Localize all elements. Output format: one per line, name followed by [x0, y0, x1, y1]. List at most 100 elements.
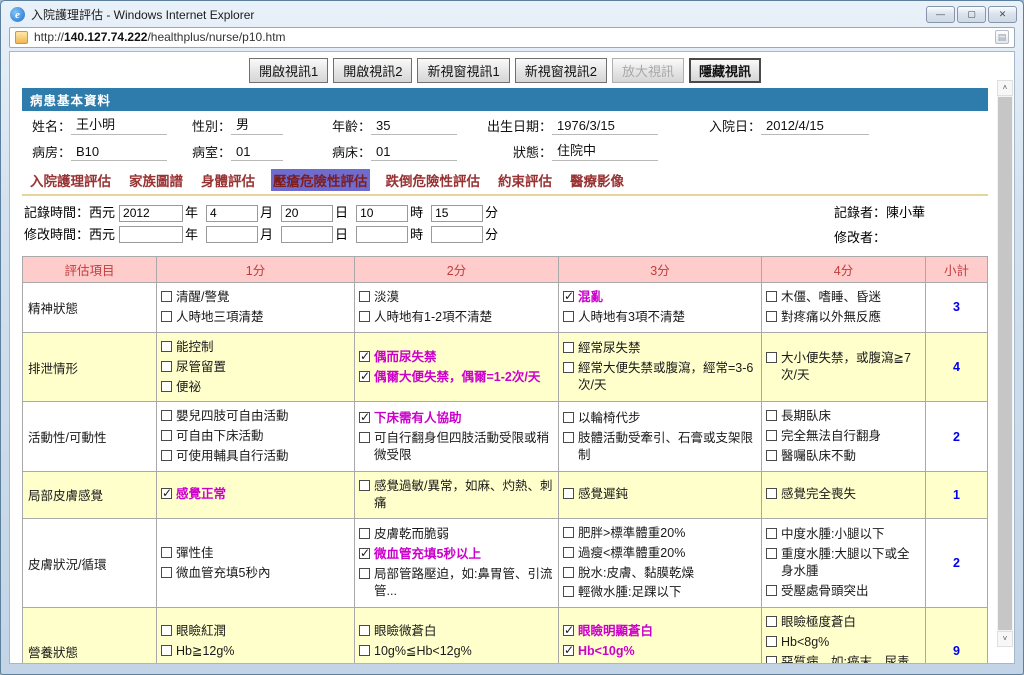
minimize-button[interactable]: —: [926, 6, 955, 23]
scrollbar-track[interactable]: ˄ ˅: [997, 80, 1013, 647]
checkbox-icon[interactable]: [161, 450, 172, 461]
checkbox-option[interactable]: 混亂: [563, 289, 757, 306]
video-button[interactable]: 新視窗視訊1: [417, 58, 509, 83]
checkbox-icon[interactable]: [766, 636, 777, 647]
checkbox-icon[interactable]: [563, 412, 574, 423]
checkbox-option[interactable]: Albumin≦2.7mg/dl: [563, 662, 757, 664]
checkbox-icon[interactable]: [563, 342, 574, 353]
checkbox-option[interactable]: 2.8≦Albumin<3.4mg/dl: [359, 662, 554, 664]
scroll-down-icon[interactable]: ˅: [997, 631, 1013, 647]
checkbox-option[interactable]: 木僵、嗜睡、昏迷: [766, 289, 921, 306]
checkbox-option[interactable]: 經常尿失禁: [563, 340, 757, 357]
checkbox-option[interactable]: 便祕: [161, 379, 350, 396]
maximize-button[interactable]: ▢: [957, 6, 986, 23]
vertical-scrollbar[interactable]: ˄ ˅: [996, 52, 1014, 663]
checkbox-option[interactable]: 人時地三項清楚: [161, 309, 350, 326]
checkbox-icon[interactable]: [359, 412, 370, 423]
checkbox-icon[interactable]: [359, 311, 370, 322]
checkbox-option[interactable]: 可自由下床活動: [161, 428, 350, 445]
checkbox-icon[interactable]: [359, 432, 370, 443]
time-input[interactable]: [431, 205, 483, 222]
checkbox-icon[interactable]: [359, 568, 370, 579]
video-button[interactable]: 隱藏視訊: [689, 58, 761, 83]
checkbox-option[interactable]: 感覺完全喪失: [766, 486, 921, 503]
video-button[interactable]: 放大視訊: [612, 58, 684, 83]
checkbox-option[interactable]: 淡漠: [359, 289, 554, 306]
time-input[interactable]: [356, 205, 408, 222]
checkbox-icon[interactable]: [359, 528, 370, 539]
checkbox-icon[interactable]: [563, 432, 574, 443]
checkbox-icon[interactable]: [563, 291, 574, 302]
tab-醫療影像[interactable]: 醫療影像: [568, 169, 626, 191]
checkbox-option[interactable]: 醫囑臥床不動: [766, 448, 921, 465]
checkbox-option[interactable]: Hb<8g%: [766, 634, 921, 651]
time-input[interactable]: [206, 226, 258, 243]
checkbox-option[interactable]: Hb<10g%: [563, 643, 757, 660]
checkbox-icon[interactable]: [359, 548, 370, 559]
checkbox-option[interactable]: 過瘦<標準體重20%: [563, 545, 757, 562]
checkbox-option[interactable]: 肥胖>標準體重20%: [563, 525, 757, 542]
checkbox-icon[interactable]: [359, 371, 370, 382]
video-button[interactable]: 開啟視訊2: [333, 58, 412, 83]
checkbox-option[interactable]: Hb≧12g%: [161, 643, 350, 660]
checkbox-icon[interactable]: [766, 430, 777, 441]
checkbox-icon[interactable]: [563, 527, 574, 538]
checkbox-option[interactable]: 眼瞼明顯蒼白: [563, 623, 757, 640]
checkbox-icon[interactable]: [766, 528, 777, 539]
checkbox-option[interactable]: Albumin≧3.5mg/dl: [161, 662, 350, 664]
checkbox-option[interactable]: 可自行翻身但四肢活動受限或稍微受限: [359, 430, 554, 464]
checkbox-option[interactable]: 對疼痛以外無反應: [766, 309, 921, 326]
checkbox-icon[interactable]: [766, 548, 777, 559]
tab-身體評估[interactable]: 身體評估: [199, 169, 257, 191]
checkbox-icon[interactable]: [766, 656, 777, 664]
checkbox-icon[interactable]: [766, 450, 777, 461]
time-input[interactable]: [119, 205, 183, 222]
checkbox-icon[interactable]: [766, 616, 777, 627]
checkbox-option[interactable]: 偶而尿失禁: [359, 349, 554, 366]
tab-跌倒危險性評估[interactable]: 跌倒危險性評估: [384, 169, 483, 191]
time-input[interactable]: [431, 226, 483, 243]
time-input[interactable]: [119, 226, 183, 243]
checkbox-icon[interactable]: [359, 291, 370, 302]
checkbox-option[interactable]: 經常大便失禁或腹瀉，經常=3-6次/天: [563, 360, 757, 394]
checkbox-icon[interactable]: [563, 311, 574, 322]
checkbox-option[interactable]: 以輪椅代步: [563, 410, 757, 427]
scrollbar-thumb[interactable]: [998, 97, 1012, 630]
time-input[interactable]: [281, 205, 333, 222]
checkbox-option[interactable]: 肢體活動受牽引、石膏或支架限制: [563, 430, 757, 464]
checkbox-option[interactable]: 人時地有3項不清楚: [563, 309, 757, 326]
checkbox-icon[interactable]: [563, 645, 574, 656]
checkbox-option[interactable]: 中度水腫:小腿以下: [766, 526, 921, 543]
checkbox-option[interactable]: 重度水腫:大腿以下或全身水腫: [766, 546, 921, 580]
checkbox-option[interactable]: 眼瞼微蒼白: [359, 623, 554, 640]
checkbox-icon[interactable]: [161, 410, 172, 421]
time-input[interactable]: [206, 205, 258, 222]
checkbox-option[interactable]: 惡質病，如:癌末、尿毒症: [766, 654, 921, 664]
checkbox-option[interactable]: 受壓處骨頭突出: [766, 583, 921, 600]
checkbox-option[interactable]: 嬰兒四肢可自由活動: [161, 408, 350, 425]
checkbox-option[interactable]: 微血管充填5秒內: [161, 565, 350, 582]
checkbox-icon[interactable]: [161, 547, 172, 558]
checkbox-icon[interactable]: [766, 585, 777, 596]
checkbox-icon[interactable]: [563, 625, 574, 636]
checkbox-icon[interactable]: [563, 488, 574, 499]
tab-入院護理評估[interactable]: 入院護理評估: [28, 169, 113, 191]
checkbox-option[interactable]: 感覺過敏/異常，如麻、灼熱、刺痛: [359, 478, 554, 512]
checkbox-icon[interactable]: [766, 352, 777, 363]
checkbox-icon[interactable]: [563, 362, 574, 373]
checkbox-option[interactable]: 人時地有1-2項不清楚: [359, 309, 554, 326]
checkbox-option[interactable]: 清醒/警覺: [161, 289, 350, 306]
checkbox-option[interactable]: 局部管路壓迫，如:鼻胃管、引流管...: [359, 566, 554, 600]
checkbox-icon[interactable]: [161, 645, 172, 656]
checkbox-icon[interactable]: [766, 311, 777, 322]
checkbox-icon[interactable]: [563, 586, 574, 597]
checkbox-icon[interactable]: [766, 291, 777, 302]
tab-壓瘡危險性評估[interactable]: 壓瘡危險性評估: [271, 169, 370, 191]
checkbox-option[interactable]: 大小便失禁，或腹瀉≧7次/天: [766, 350, 921, 384]
checkbox-icon[interactable]: [161, 311, 172, 322]
checkbox-option[interactable]: 感覺正常: [161, 486, 350, 503]
checkbox-option[interactable]: 彈性佳: [161, 545, 350, 562]
checkbox-icon[interactable]: [766, 410, 777, 421]
checkbox-option[interactable]: 脫水:皮膚、黏膜乾燥: [563, 565, 757, 582]
checkbox-icon[interactable]: [563, 567, 574, 578]
